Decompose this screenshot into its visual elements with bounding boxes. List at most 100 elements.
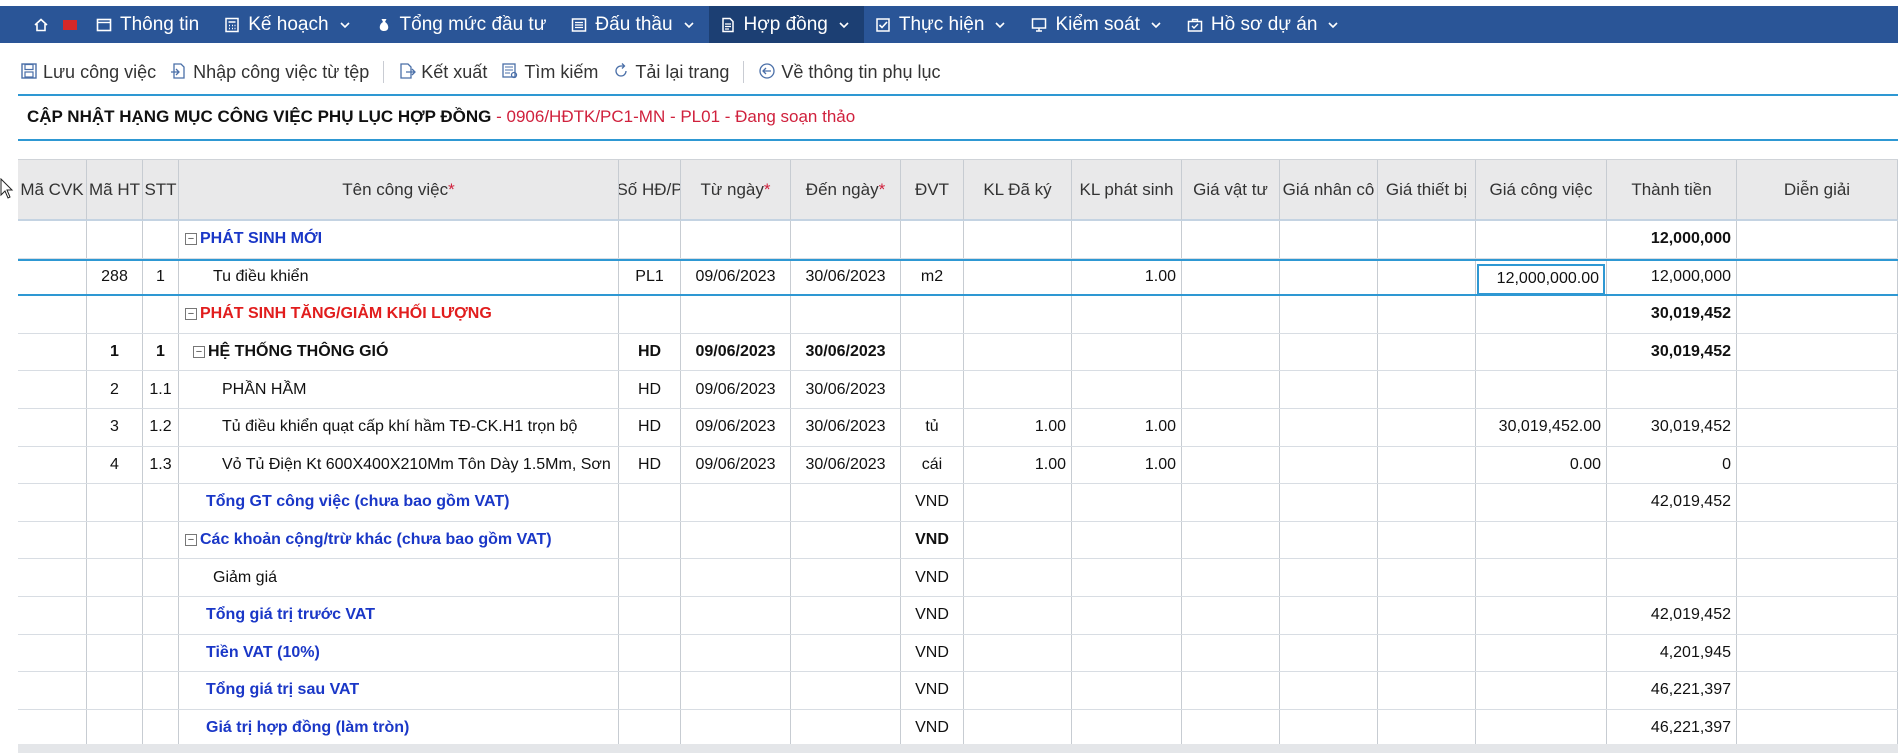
table-cell[interactable] — [1378, 296, 1476, 333]
table-cell[interactable] — [1378, 484, 1476, 521]
table-cell[interactable] — [1280, 371, 1378, 408]
table-row[interactable]: 1 1 − HỆ THỐNG THÔNG GIÓ HD 09/06/2023 30/06/2… — [18, 333, 1898, 372]
nav-item-8[interactable]: Hồ sơ dự án — [1176, 6, 1354, 43]
table-row[interactable]: 3 1.2 Tủ điều khiển quạt cấp khí hầm TĐ-CK… — [18, 409, 1898, 447]
table-row[interactable]: 288 1 Tu điều khiển PL1 09/06/2023 30/06/2023… — [18, 258, 1898, 297]
table-cell[interactable] — [1476, 296, 1607, 333]
table-cell[interactable] — [1072, 597, 1182, 634]
column-header[interactable]: Giá công việc — [1476, 160, 1607, 220]
table-cell[interactable] — [1182, 559, 1280, 596]
table-cell[interactable]: Tiền VAT (10%) — [179, 634, 619, 672]
table-cell[interactable] — [1280, 446, 1378, 484]
table-cell[interactable]: 30,019,452 — [1607, 333, 1737, 371]
table-cell[interactable] — [1072, 709, 1182, 747]
table-cell[interactable]: 0.00 — [1476, 446, 1607, 484]
table-cell[interactable]: 4,201,945 — [1607, 634, 1737, 672]
table-cell[interactable]: 1.00 — [1072, 260, 1182, 295]
table-cell[interactable] — [1476, 597, 1607, 634]
table-cell[interactable] — [1737, 597, 1898, 634]
column-header[interactable]: KL Đã ký — [964, 160, 1072, 220]
nav-home[interactable] — [22, 6, 85, 43]
import-work-button[interactable]: Nhập công việc từ tệp — [170, 62, 369, 83]
table-cell[interactable] — [1182, 409, 1280, 446]
column-header[interactable]: ĐVT — [901, 160, 964, 220]
table-cell[interactable] — [1072, 221, 1182, 258]
table-cell[interactable] — [1378, 333, 1476, 371]
table-cell[interactable] — [964, 260, 1072, 295]
work-price-input[interactable]: 12,000,000.00 — [1477, 263, 1605, 295]
table-cell[interactable] — [1072, 333, 1182, 371]
nav-item-2[interactable]: Kế hoạch — [213, 6, 364, 43]
table-cell[interactable] — [964, 296, 1072, 333]
table-cell[interactable] — [1737, 521, 1898, 559]
nav-item-6[interactable]: Thực hiện — [864, 6, 1021, 43]
table-cell[interactable] — [1280, 634, 1378, 672]
table-cell[interactable] — [1280, 521, 1378, 559]
nav-item-3[interactable]: Tổng mức đầu tư — [365, 6, 561, 43]
table-cell[interactable]: 0 — [1607, 446, 1737, 484]
table-cell[interactable] — [1476, 333, 1607, 371]
table-cell[interactable] — [1182, 296, 1280, 333]
table-cell[interactable] — [1182, 672, 1280, 709]
table-row[interactable]: 2 1.1 PHẦN HẦM HD 09/06/2023 30/06/2023 — [18, 371, 1898, 409]
table-cell[interactable] — [1280, 559, 1378, 596]
table-cell[interactable]: Vỏ Tủ Điện Kt 600X400X210Mm Tôn Dày 1.5M… — [179, 446, 619, 484]
table-cell[interactable]: − HỆ THỐNG THÔNG GIÓ — [179, 333, 619, 371]
table-cell[interactable]: − Các khoản cộng/trừ khác (chưa bao gồm V… — [179, 521, 619, 559]
table-cell[interactable] — [1378, 597, 1476, 634]
table-cell[interactable] — [1378, 672, 1476, 709]
table-cell[interactable]: Tu điều khiển — [179, 260, 619, 295]
table-cell[interactable]: 46,221,397 — [1607, 672, 1737, 709]
nav-item-5[interactable]: Hợp đồng — [708, 6, 864, 43]
table-cell[interactable] — [1737, 634, 1898, 672]
table-cell[interactable] — [1737, 484, 1898, 521]
collapse-toggle-icon[interactable]: − — [185, 233, 197, 246]
table-cell[interactable] — [1072, 296, 1182, 333]
table-cell[interactable] — [1280, 409, 1378, 446]
table-row[interactable]: Tổng giá trị trước VAT VND 42,019,452 — [18, 597, 1898, 635]
table-cell[interactable]: 30,019,452 — [1607, 296, 1737, 333]
table-cell[interactable] — [1182, 260, 1280, 295]
table-cell[interactable]: 42,019,452 — [1607, 597, 1737, 634]
table-cell[interactable] — [1737, 446, 1898, 484]
column-header[interactable]: KL phát sinh — [1072, 160, 1182, 220]
table-cell[interactable] — [1182, 446, 1280, 484]
table-cell[interactable] — [1378, 221, 1476, 258]
table-cell[interactable] — [1280, 296, 1378, 333]
table-cell[interactable] — [1476, 521, 1607, 559]
table-cell[interactable] — [1737, 371, 1898, 408]
table-cell[interactable] — [1072, 672, 1182, 709]
table-cell[interactable] — [964, 484, 1072, 521]
table-cell[interactable] — [1072, 521, 1182, 559]
collapse-toggle-icon[interactable]: − — [185, 308, 197, 321]
column-header[interactable]: Mã CVK — [18, 160, 87, 220]
table-cell[interactable]: 1.00 — [1072, 409, 1182, 446]
table-cell[interactable] — [1280, 260, 1378, 295]
column-header[interactable]: Từ ngày * — [681, 160, 791, 220]
column-header[interactable]: Giá nhân cô — [1280, 160, 1378, 220]
table-cell[interactable]: Tổng giá trị sau VAT — [179, 672, 619, 709]
table-cell[interactable] — [1737, 260, 1898, 295]
table-cell[interactable] — [1476, 221, 1607, 258]
table-cell[interactable]: Tổng GT công việc (chưa bao gồm VAT) — [179, 484, 619, 521]
table-cell[interactable] — [1072, 484, 1182, 521]
save-work-button[interactable]: Lưu công việc — [20, 62, 156, 83]
table-cell[interactable]: 46,221,397 — [1607, 709, 1737, 747]
table-cell[interactable] — [1607, 521, 1737, 559]
table-cell[interactable] — [1182, 333, 1280, 371]
table-cell[interactable] — [1280, 709, 1378, 747]
table-cell[interactable] — [1182, 371, 1280, 408]
table-cell[interactable] — [1378, 446, 1476, 484]
table-cell[interactable]: 42,019,452 — [1607, 484, 1737, 521]
table-cell[interactable] — [1476, 484, 1607, 521]
table-cell[interactable] — [964, 634, 1072, 672]
column-header[interactable]: Thành tiền — [1607, 160, 1737, 220]
table-cell[interactable]: 12,000,000 — [1607, 221, 1737, 258]
table-cell[interactable] — [1476, 672, 1607, 709]
nav-item-4[interactable]: Đấu thầu — [560, 6, 708, 43]
table-cell[interactable] — [1476, 559, 1607, 596]
table-cell[interactable]: 30,019,452 — [1607, 409, 1737, 446]
table-cell[interactable] — [1737, 409, 1898, 446]
table-cell[interactable] — [1280, 597, 1378, 634]
table-cell[interactable] — [1476, 371, 1607, 408]
